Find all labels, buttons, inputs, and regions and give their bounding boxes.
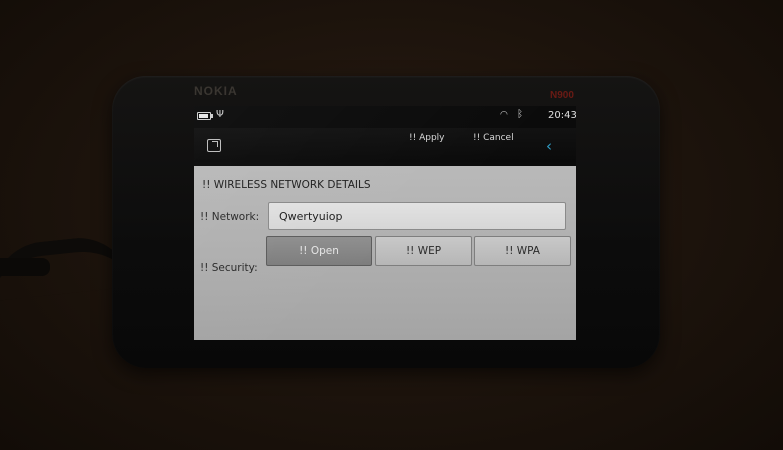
- phone-screen: Ψ ◠ ᛒ 20:43 !! Apply !! Cancel ‹ !! WIRE…: [194, 106, 576, 340]
- usb-cable-plug: [0, 258, 50, 276]
- cancel-button[interactable]: !! Cancel: [473, 133, 514, 143]
- section-title: !! WIRELESS NETWORK DETAILS: [202, 179, 371, 191]
- model-label: N900: [550, 90, 574, 101]
- status-bar: Ψ ◠ ᛒ 20:43: [194, 106, 576, 124]
- security-label: !! Security:: [200, 262, 258, 274]
- antenna-icon: Ψ: [216, 109, 224, 120]
- network-name-input[interactable]: [268, 202, 566, 230]
- security-open-button[interactable]: !! Open: [266, 236, 372, 266]
- bluetooth-icon: ᛒ: [517, 109, 523, 120]
- battery-fill: [199, 114, 208, 118]
- status-clock: 20:43: [548, 110, 576, 121]
- wireless-details-form: !! WIRELESS NETWORK DETAILS !! Network: …: [194, 166, 576, 340]
- network-label: !! Network:: [200, 211, 260, 223]
- battery-icon: [197, 112, 213, 120]
- task-switcher-icon[interactable]: [207, 139, 221, 152]
- back-chevron-icon[interactable]: ‹: [546, 137, 552, 155]
- wifi-icon: ◠: [500, 110, 508, 120]
- security-wpa-button[interactable]: !! WPA: [474, 236, 571, 266]
- dialog-toolbar: !! Apply !! Cancel ‹: [194, 128, 576, 162]
- security-wep-button[interactable]: !! WEP: [375, 236, 472, 266]
- apply-button[interactable]: !! Apply: [409, 133, 445, 143]
- brand-logo: NOKIA: [194, 84, 238, 98]
